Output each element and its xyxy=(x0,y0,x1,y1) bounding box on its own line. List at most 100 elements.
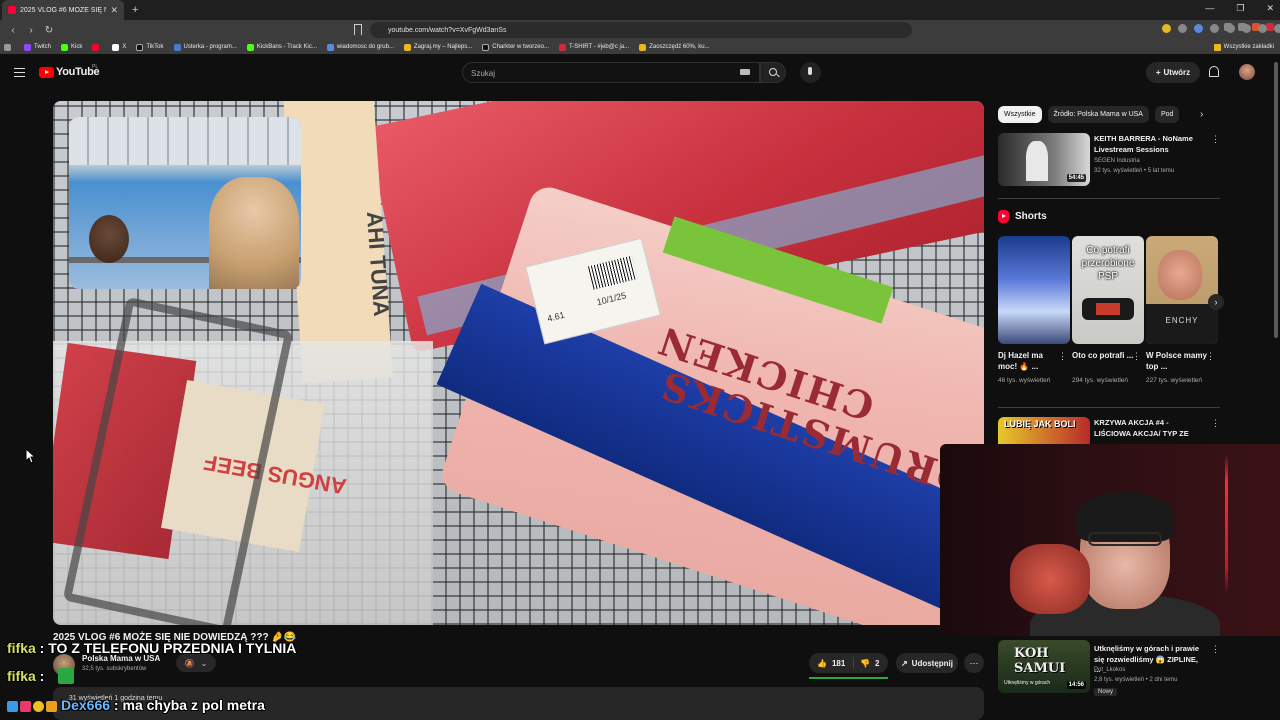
sidepanel-icon[interactable] xyxy=(1242,24,1251,33)
keyboard-icon[interactable] xyxy=(740,69,750,75)
rec-title[interactable]: KEITH BARRERA - NoName Livestream Sessio… xyxy=(1094,134,1206,155)
short-views: 46 tys. wyświetleń xyxy=(998,377,1051,384)
video-player[interactable]: CHICKEN DRUMSTICKS 4.61 10/1/25 AHI TUNA… xyxy=(53,101,984,625)
extension-icon[interactable] xyxy=(1194,24,1203,33)
thumb-subtext: Utknęliśmy w górach xyxy=(1004,680,1051,686)
tab-title: 2025 VLOG #6 MOŻE SIĘ NIE xyxy=(20,6,107,14)
close-window-icon[interactable]: ✕ xyxy=(1266,3,1274,14)
barcode xyxy=(587,255,638,290)
more-vert-icon[interactable]: ⋮ xyxy=(1058,351,1067,362)
restore-icon[interactable]: ❐ xyxy=(1236,3,1244,14)
date-text: 10/1/25 xyxy=(595,290,628,308)
country-code: PL xyxy=(92,64,99,70)
short-thumbnail[interactable]: Co potrafi przerobione PSP xyxy=(1072,236,1144,344)
rec-channel[interactable]: SEGEN Industria xyxy=(1094,157,1140,166)
chip-source[interactable]: Źródło: Polska Mama w USA xyxy=(1047,106,1149,123)
profile-icon[interactable] xyxy=(1258,24,1267,33)
account-avatar[interactable] xyxy=(1239,64,1255,80)
rec-thumbnail[interactable]: KOH SAMUI Utknęliśmy w górach 14:56 xyxy=(998,640,1090,693)
apps-grid-icon[interactable] xyxy=(4,43,14,51)
short-title[interactable]: Oto co potrafi ... xyxy=(1072,350,1134,361)
dislike-button[interactable]: 👎 2 xyxy=(854,659,879,668)
all-bookmarks[interactable]: Wszystkie zakładki xyxy=(1213,40,1274,54)
extension-icon[interactable] xyxy=(1162,24,1171,33)
like-button[interactable]: 👍 181 xyxy=(809,657,854,669)
bookmark-item[interactable]: Zagraj.my – Najleps... xyxy=(403,43,472,51)
youtube-play-icon xyxy=(39,66,54,78)
create-button[interactable]: + Utwórz xyxy=(1146,62,1200,83)
short-thumbnail[interactable]: ENCHY xyxy=(1146,236,1218,344)
thumbs-up-icon: 👍 xyxy=(817,658,827,668)
badge-icon xyxy=(7,700,18,712)
more-actions-button[interactable]: ⋯ xyxy=(964,653,984,673)
extension-icon[interactable] xyxy=(1210,24,1219,33)
rec-title[interactable]: KRZYWA AKCJA #4 - LIŚCIOWA AKCJA/ TYP ZE… xyxy=(1094,418,1206,439)
divider xyxy=(998,407,1220,408)
more-vert-icon[interactable]: ⋮ xyxy=(1206,351,1215,362)
search-button[interactable] xyxy=(760,62,786,83)
extension-icon[interactable] xyxy=(1178,24,1187,33)
bookmark-item[interactable]: TikTok xyxy=(136,43,164,51)
like-dislike-group: 👍 181 👎 2 xyxy=(809,653,888,673)
extensions-puzzle-icon[interactable] xyxy=(1226,24,1235,33)
filter-chips: Wszystkie Źródło: Polska Mama w USA Pod xyxy=(998,106,1180,123)
rec-thumbnail[interactable]: 54:45 xyxy=(998,133,1090,186)
back-icon[interactable]: ‹ xyxy=(8,25,18,36)
chat-message: fifka : xyxy=(7,668,45,684)
bookmark-item[interactable] xyxy=(92,43,102,51)
like-ratio-bar xyxy=(809,677,888,679)
more-vert-icon[interactable]: ⋮ xyxy=(1211,418,1220,429)
subscription-bell-button[interactable]: 🔕 ⌄ xyxy=(176,654,216,672)
search-input[interactable]: Szukaj xyxy=(462,62,760,83)
divider xyxy=(998,198,1220,199)
more-vert-icon[interactable]: ⋮ xyxy=(1211,644,1220,655)
browser-tab-active[interactable]: 2025 VLOG #6 MOŻE SIĘ NIE ✕ xyxy=(2,0,124,20)
woman-figure xyxy=(209,177,299,289)
thumb-text: LUBIĘ JAK BOLI xyxy=(1004,419,1076,429)
chip-all[interactable]: Wszystkie xyxy=(998,106,1042,123)
shorts-label: Shorts xyxy=(1015,211,1047,222)
forward-icon[interactable]: › xyxy=(26,25,36,36)
bookmark-item[interactable]: Kick xyxy=(61,43,82,51)
chevron-right-icon[interactable]: › xyxy=(1200,109,1203,120)
thumbs-down-icon: 👎 xyxy=(860,658,870,668)
bookmark-item[interactable]: Twitch xyxy=(24,43,51,51)
shorts-next-button[interactable]: › xyxy=(1208,294,1224,310)
streamer-hand xyxy=(1010,544,1090,614)
rec-thumbnail[interactable]: LUBIĘ JAK BOLI xyxy=(998,417,1090,447)
voice-search-button[interactable] xyxy=(800,62,821,83)
menu-icon[interactable] xyxy=(14,68,25,77)
bookmark-item[interactable]: T-SHIRT - #jeb@c ja... xyxy=(558,43,629,51)
like-count: 181 xyxy=(831,658,846,668)
more-vert-icon[interactable]: ⋮ xyxy=(1211,134,1220,145)
rec-channel[interactable]: Pot_Lkokos xyxy=(1094,666,1125,675)
bookmark-item[interactable]: X xyxy=(112,43,126,51)
youtube-logo[interactable]: YouTube xyxy=(39,66,100,78)
bookmark-item[interactable]: Zaoszczędź 60%, ku... xyxy=(639,43,710,51)
minimize-icon[interactable]: — xyxy=(1205,3,1214,14)
bookmark-item[interactable]: KickBans - Track Kic... xyxy=(246,43,317,51)
bookmark-star-icon[interactable] xyxy=(354,24,362,35)
red-light xyxy=(1225,454,1228,594)
store-ceiling xyxy=(69,117,301,165)
share-button[interactable]: ↗ Udostępnij xyxy=(896,653,958,673)
rec-meta: 2,8 tys. wyświetleń • 2 dni temu xyxy=(1094,677,1178,683)
duration-badge: 14:56 xyxy=(1066,681,1086,689)
screen: 2025 VLOG #6 MOŻE SIĘ NIE ✕ + — ❐ ✕ ‹ › … xyxy=(0,0,1280,720)
close-tab-icon[interactable]: ✕ xyxy=(110,5,118,16)
chip-related[interactable]: Pod xyxy=(1154,106,1180,123)
reload-icon[interactable]: ↻ xyxy=(44,25,54,36)
notifications-bell-icon[interactable] xyxy=(1209,66,1219,77)
address-bar[interactable]: youtube.com/watch?v=XvFgWd3anSs xyxy=(370,22,912,38)
more-vert-icon[interactable]: ⋮ xyxy=(1132,351,1141,362)
short-title[interactable]: Dj Hazel ma moc! 🔥 ... xyxy=(998,350,1060,372)
bookmark-item[interactable]: wiadomosc do grub... xyxy=(326,43,394,51)
page-scrollbar[interactable] xyxy=(1274,62,1278,338)
short-thumbnail[interactable] xyxy=(998,236,1070,344)
music-icon[interactable] xyxy=(1274,24,1280,33)
badge-icon xyxy=(46,700,57,712)
short-title[interactable]: W Polsce mamy top ... xyxy=(1146,350,1208,372)
bookmark-item[interactable]: Usterka - program... xyxy=(173,43,237,51)
bookmark-item[interactable]: Charkter w tworzeo... xyxy=(482,43,549,51)
new-tab-button[interactable]: + xyxy=(132,4,138,16)
